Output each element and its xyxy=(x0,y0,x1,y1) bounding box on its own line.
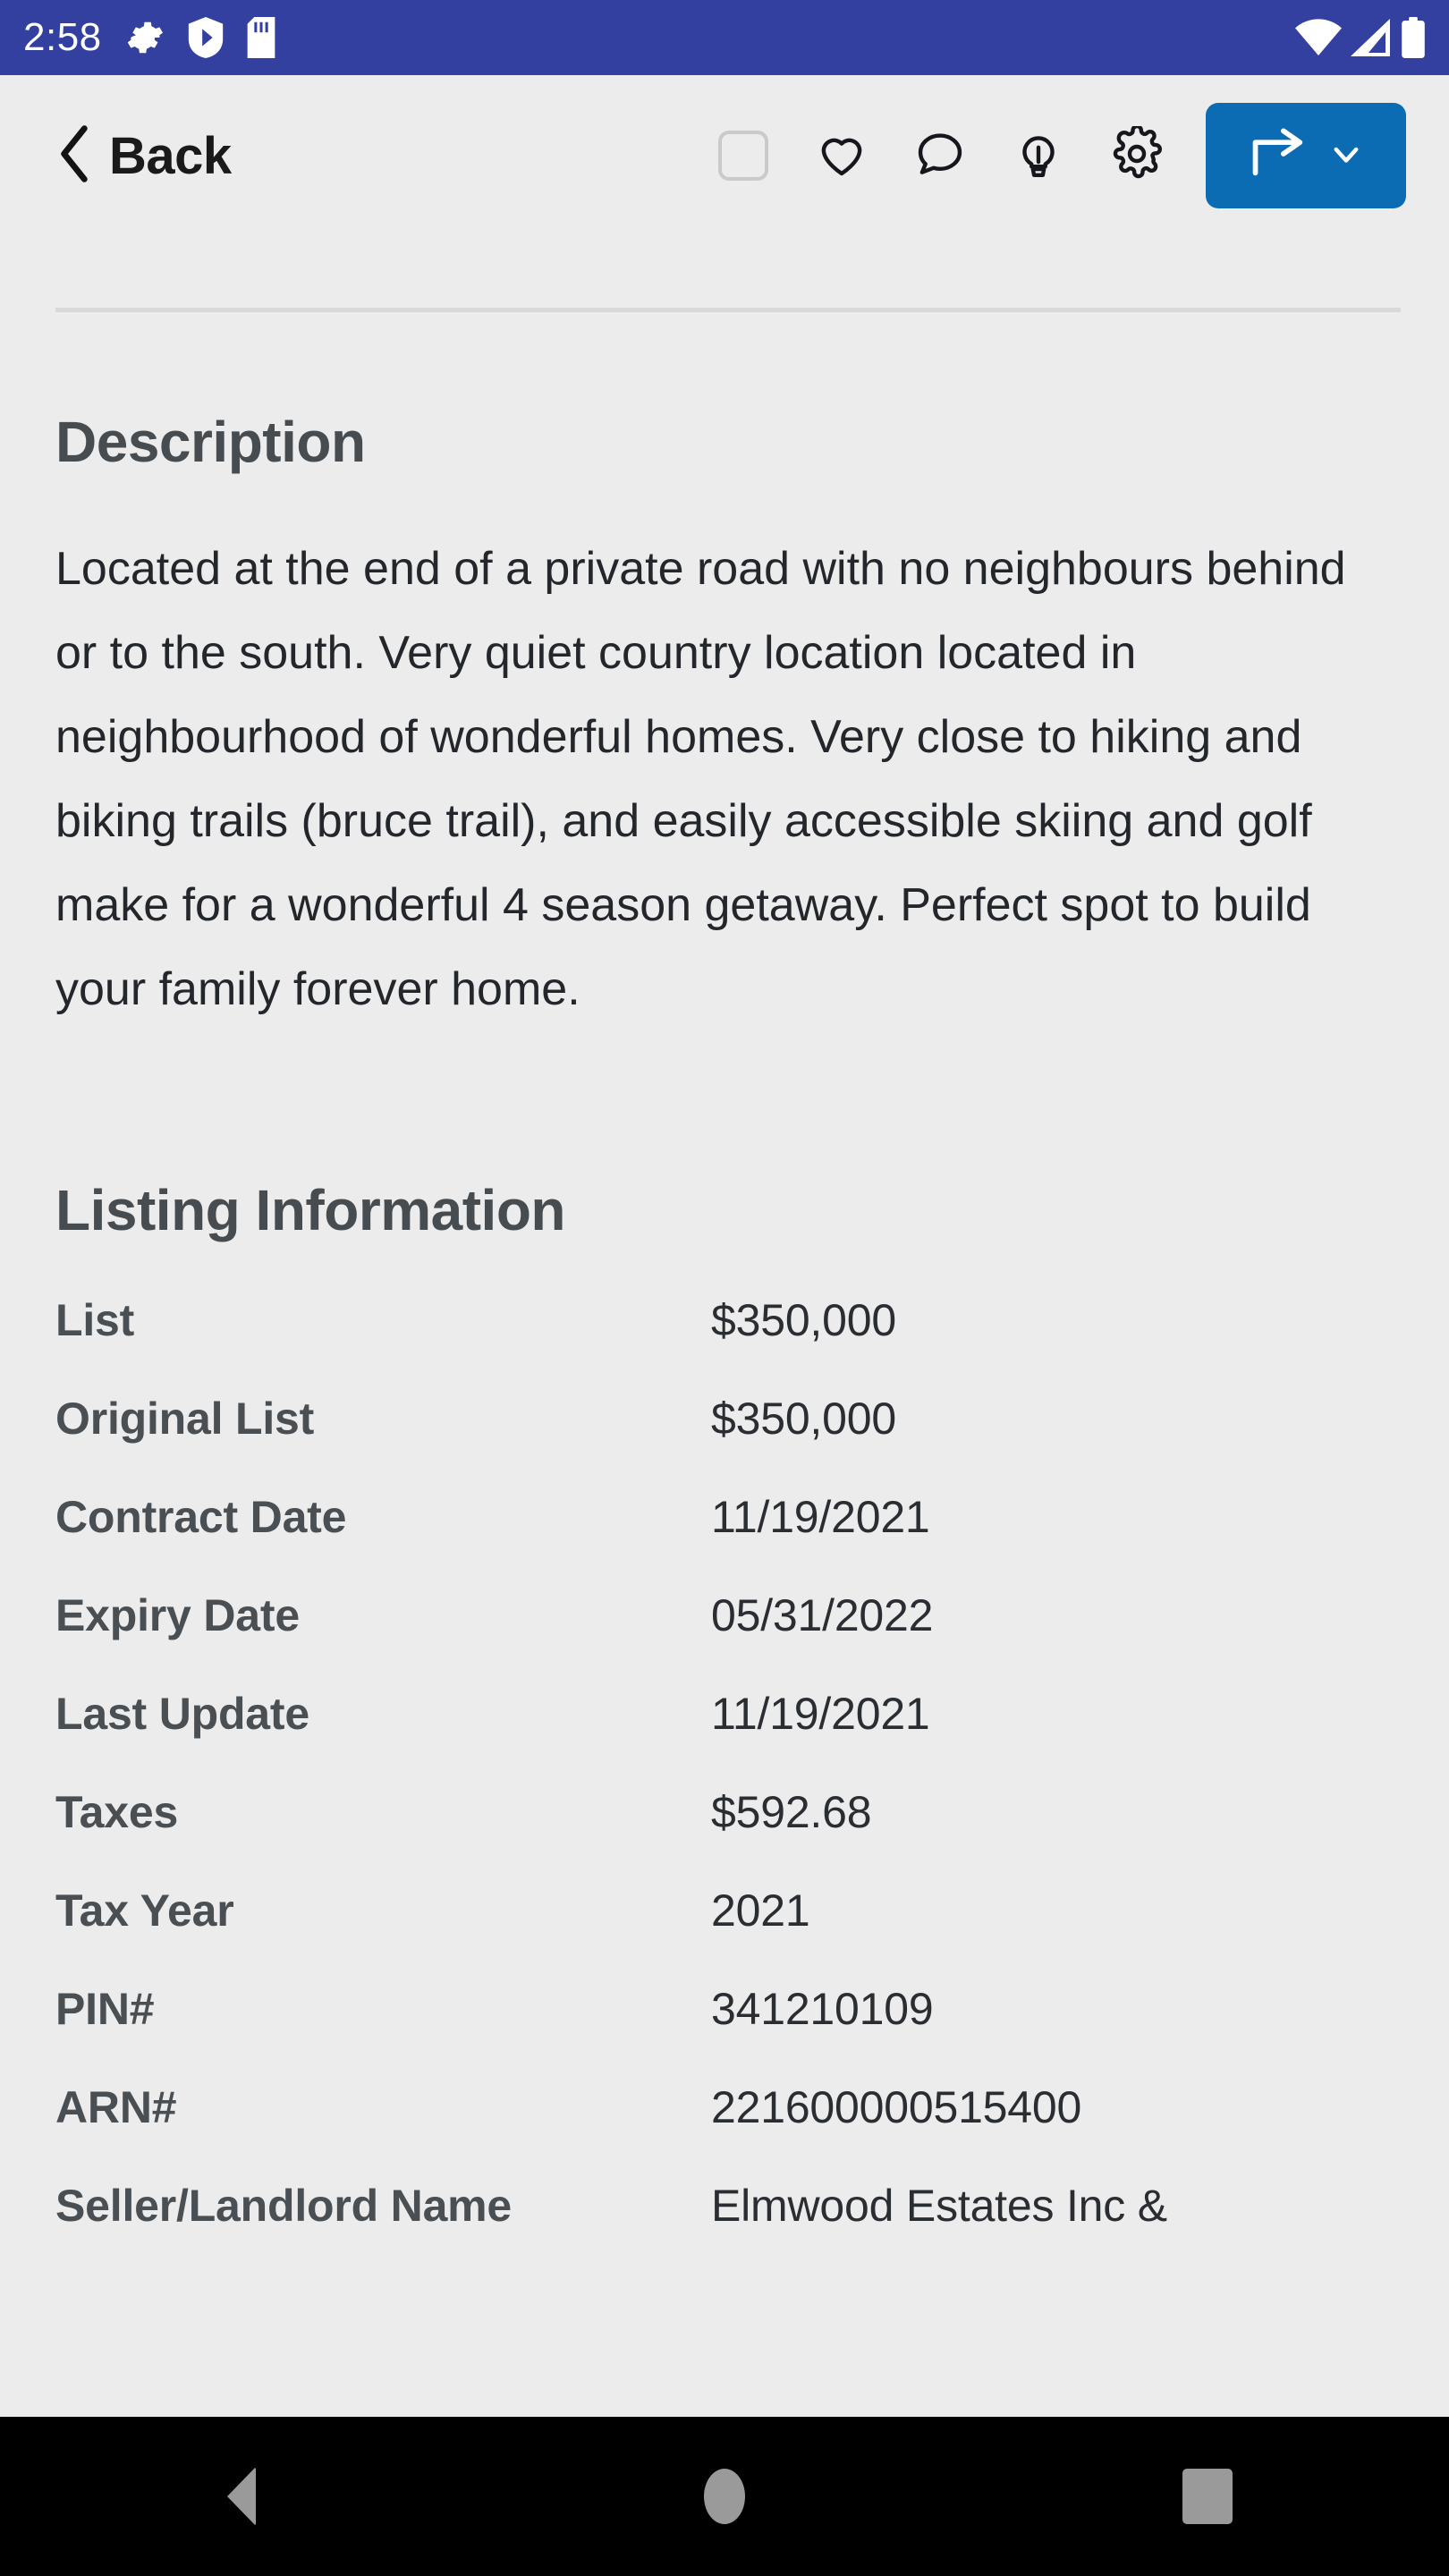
row-value: $350,000 xyxy=(711,1394,896,1444)
row-label: Contract Date xyxy=(55,1492,347,1542)
table-row: List $350,000 xyxy=(55,1295,1449,1394)
comment-button[interactable] xyxy=(891,106,989,205)
row-label: Expiry Date xyxy=(55,1590,300,1640)
row-label: Tax Year xyxy=(55,1885,234,1936)
app-toolbar: Back xyxy=(0,75,1449,236)
gear-icon xyxy=(125,18,165,57)
app-screen: 2:58 Back Description Located at the end… xyxy=(0,0,1449,2576)
android-home-button[interactable] xyxy=(626,2417,823,2576)
android-back-button[interactable] xyxy=(143,2417,340,2576)
row-label: Seller/Landlord Name xyxy=(55,2181,513,2231)
row-label: Taxes xyxy=(55,1787,179,1837)
android-navigation-bar xyxy=(0,2417,1449,2576)
listing-information-table: List $350,000 Original List $350,000 Con… xyxy=(0,1295,1449,2279)
row-label: Original List xyxy=(55,1394,315,1444)
row-label: List xyxy=(55,1295,135,1345)
table-row: Seller/Landlord Name Elmwood Estates Inc… xyxy=(55,2181,1449,2279)
table-row: Taxes $592.68 xyxy=(55,1787,1449,1885)
gear-icon xyxy=(1109,123,1165,186)
row-value: Elmwood Estates Inc & xyxy=(711,2181,1167,2231)
chevron-down-icon xyxy=(1328,136,1364,176)
battery-icon xyxy=(1401,17,1426,58)
description-body-text: Located at the end of a private road wit… xyxy=(55,543,1346,1015)
checkbox-unchecked-icon xyxy=(718,131,768,181)
table-row: Original List $350,000 xyxy=(55,1394,1449,1492)
row-label: PIN# xyxy=(55,1984,155,2034)
table-row: Tax Year 2021 xyxy=(55,1885,1449,1984)
row-value: 11/19/2021 xyxy=(711,1689,930,1739)
lightbulb-icon xyxy=(1011,126,1066,186)
favorite-button[interactable] xyxy=(792,106,891,205)
shield-icon xyxy=(188,17,224,58)
row-value: 05/31/2022 xyxy=(711,1590,934,1640)
back-button-label: Back xyxy=(109,126,232,185)
table-row: Expiry Date 05/31/2022 xyxy=(55,1590,1449,1689)
triangle-back-icon xyxy=(227,2467,256,2526)
circle-home-icon xyxy=(704,2469,745,2524)
android-recents-button[interactable] xyxy=(1109,2417,1306,2576)
back-button[interactable]: Back xyxy=(55,123,232,189)
table-row: Last Update 11/19/2021 xyxy=(55,1689,1449,1787)
cellular-signal-icon xyxy=(1351,19,1392,56)
wifi-icon xyxy=(1295,19,1342,56)
listing-information-section-title: Listing Information xyxy=(55,1178,566,1242)
listing-detail-content[interactable]: Description Located at the end of a priv… xyxy=(0,312,1449,2417)
table-row: PIN# 341210109 xyxy=(55,1984,1449,2082)
share-button[interactable] xyxy=(1206,103,1406,208)
description-section-title: Description xyxy=(55,410,366,474)
row-value: $592.68 xyxy=(711,1787,872,1837)
square-recents-icon xyxy=(1182,2469,1233,2524)
table-row: ARN# 221600000515400 xyxy=(55,2082,1449,2181)
settings-button[interactable] xyxy=(1088,106,1186,205)
share-arrow-icon xyxy=(1248,127,1314,185)
select-checkbox[interactable] xyxy=(694,106,792,205)
chevron-left-icon xyxy=(55,123,93,189)
row-value: 2021 xyxy=(711,1885,810,1936)
status-bar-left-group: 2:58 xyxy=(23,17,275,58)
row-label: Last Update xyxy=(55,1689,309,1739)
comment-bubble-icon xyxy=(912,126,968,186)
row-value: $350,000 xyxy=(711,1295,896,1345)
row-value: 221600000515400 xyxy=(711,2082,1082,2132)
status-bar-right-group xyxy=(1295,17,1426,58)
toolbar-actions-group xyxy=(694,103,1406,208)
tips-button[interactable] xyxy=(989,106,1088,205)
status-bar-clock: 2:58 xyxy=(23,15,102,59)
row-label: ARN# xyxy=(55,2082,177,2132)
sd-card-icon xyxy=(247,17,275,58)
status-bar: 2:58 xyxy=(0,0,1449,75)
row-value: 341210109 xyxy=(711,1984,934,2034)
table-row: Contract Date 11/19/2021 xyxy=(55,1492,1449,1590)
row-value: 11/19/2021 xyxy=(711,1492,930,1542)
heart-icon xyxy=(814,126,869,186)
